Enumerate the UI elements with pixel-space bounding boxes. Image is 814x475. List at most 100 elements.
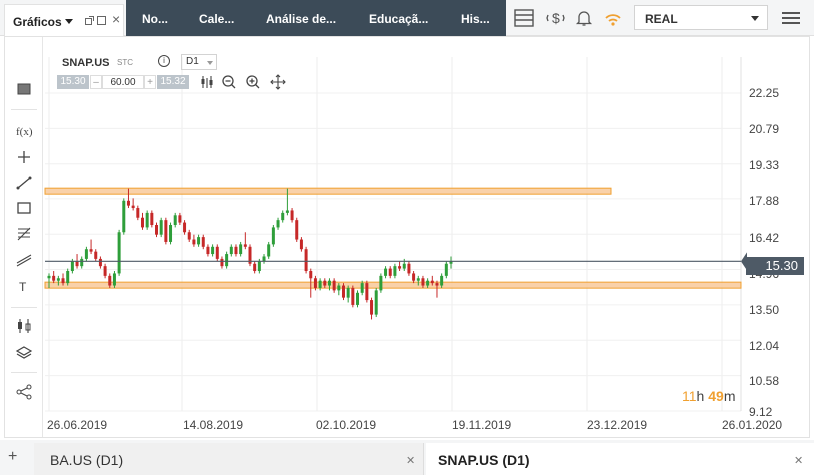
- close-icon[interactable]: ✕: [406, 454, 415, 467]
- countdown-hours: 11: [682, 388, 697, 404]
- candle-body: [66, 271, 70, 284]
- close-icon[interactable]: ✕: [794, 454, 803, 467]
- caret-down-icon[interactable]: [65, 19, 73, 24]
- chart-tab-label: SNAP.US (D1): [438, 452, 530, 468]
- hamburger-menu-icon[interactable]: [782, 11, 800, 25]
- symbol-type-label: STC: [117, 58, 133, 67]
- zoom-out-icon[interactable]: [221, 74, 237, 90]
- candle-body: [61, 278, 65, 284]
- add-chart-button[interactable]: +: [8, 448, 17, 466]
- candle-body: [337, 285, 341, 291]
- candle-body: [150, 212, 154, 225]
- chart-window: f(x) T SNAP.US STC i D1 15.30 – 60.00 + …: [4, 36, 810, 438]
- candle-body: [140, 217, 144, 228]
- sell-price-button[interactable]: 15.30: [57, 75, 89, 89]
- candle-body: [89, 249, 93, 252]
- candle-body: [225, 254, 229, 267]
- candle-body: [370, 300, 374, 315]
- bell-icon[interactable]: [574, 9, 594, 27]
- candle-body: [145, 212, 149, 228]
- candle-body: [290, 210, 294, 221]
- candle-body: [360, 283, 364, 293]
- y-tick-label: 16.42: [749, 231, 780, 245]
- candle-body: [136, 208, 140, 218]
- y-tick-label: 20.79: [749, 122, 780, 136]
- candle-body: [341, 285, 345, 298]
- x-tick-label: 02.10.2019: [316, 418, 377, 432]
- candle-body: [122, 200, 126, 233]
- connection-icon: [605, 14, 621, 26]
- account-mode-select[interactable]: REAL: [634, 5, 768, 30]
- nav-item-analise[interactable]: Análise de...: [266, 12, 336, 26]
- candle-body: [384, 268, 388, 276]
- timeframe-select[interactable]: D1: [181, 54, 217, 70]
- chart-tab-label: BA.US (D1): [50, 452, 124, 468]
- candle-body: [155, 224, 159, 235]
- volume-decrease-button[interactable]: –: [90, 75, 102, 89]
- candle-body: [426, 280, 430, 286]
- buy-price-button[interactable]: 15.32: [157, 75, 189, 89]
- candle-body: [75, 261, 79, 267]
- pan-move-icon[interactable]: [270, 74, 286, 90]
- candle-body: [192, 239, 196, 245]
- candle-body: [112, 273, 116, 286]
- detach-icon[interactable]: [85, 16, 94, 25]
- candle-body: [187, 232, 191, 240]
- countdown-minutes: 49: [708, 388, 724, 404]
- candle-body: [295, 220, 299, 240]
- candle-body: [56, 278, 60, 281]
- candle-body: [234, 246, 238, 255]
- y-tick-label: 19.33: [749, 158, 780, 172]
- candle-body: [271, 227, 275, 245]
- candle-body: [173, 215, 177, 225]
- symbol-label: SNAP.US: [62, 57, 110, 69]
- y-tick-label: 13.50: [749, 303, 780, 317]
- candle-body: [94, 251, 98, 259]
- candle-body: [393, 266, 397, 276]
- candle-body: [206, 246, 210, 255]
- maximize-icon[interactable]: [97, 16, 106, 25]
- bottom-tab-bar: + BA.US (D1) ✕ SNAP.US (D1) ✕: [0, 440, 814, 475]
- candle-body: [435, 283, 439, 286]
- candle-body: [108, 275, 112, 286]
- layout-icon[interactable]: [514, 9, 534, 27]
- x-tick-label: 26.06.2019: [47, 418, 108, 432]
- nav-item-educacao[interactable]: Educaçã...: [369, 12, 428, 26]
- candle-body: [407, 263, 411, 274]
- top-nav: No... Cale... Análise de... Educaçã... H…: [126, 0, 506, 36]
- candle-body: [430, 280, 434, 284]
- chart-plot-area[interactable]: [5, 37, 809, 437]
- volume-increase-button[interactable]: +: [144, 75, 156, 89]
- candle-body: [281, 212, 285, 221]
- candle-body: [159, 220, 163, 235]
- price-alert-icon[interactable]: $: [546, 9, 566, 27]
- candle-body: [220, 258, 224, 267]
- nav-item-noticias[interactable]: No...: [142, 12, 168, 26]
- nav-item-calendario[interactable]: Cale...: [199, 12, 234, 26]
- chart-tab-snap[interactable]: SNAP.US (D1) ✕: [426, 443, 814, 475]
- candle-body: [183, 222, 187, 233]
- candle-body: [299, 239, 303, 250]
- candle-body: [257, 261, 261, 272]
- countdown-minutes-unit: m: [723, 388, 736, 404]
- nav-item-historico[interactable]: His...: [461, 12, 490, 26]
- y-tick-label: 22.25: [749, 86, 780, 100]
- graficos-label: Gráficos: [13, 15, 62, 29]
- svg-text:$: $: [552, 10, 560, 26]
- chart-tab-ba[interactable]: BA.US (D1) ✕: [34, 443, 424, 475]
- close-icon[interactable]: ×: [112, 11, 120, 27]
- candle-body: [412, 273, 416, 281]
- timeframe-value: D1: [186, 56, 199, 67]
- volume-input[interactable]: 60.00: [102, 75, 144, 89]
- graficos-tab[interactable]: Gráficos ×: [4, 4, 124, 36]
- zoom-in-icon[interactable]: [245, 74, 261, 90]
- info-icon[interactable]: i: [158, 55, 170, 67]
- candle-type-icon[interactable]: [199, 74, 215, 90]
- candle-body: [351, 287, 355, 305]
- candle-body: [215, 246, 219, 259]
- candle-body: [103, 266, 107, 276]
- y-tick-label: 9.12: [749, 405, 773, 419]
- candle-body: [285, 210, 289, 213]
- candle-body: [440, 275, 444, 286]
- candle-body: [309, 271, 313, 279]
